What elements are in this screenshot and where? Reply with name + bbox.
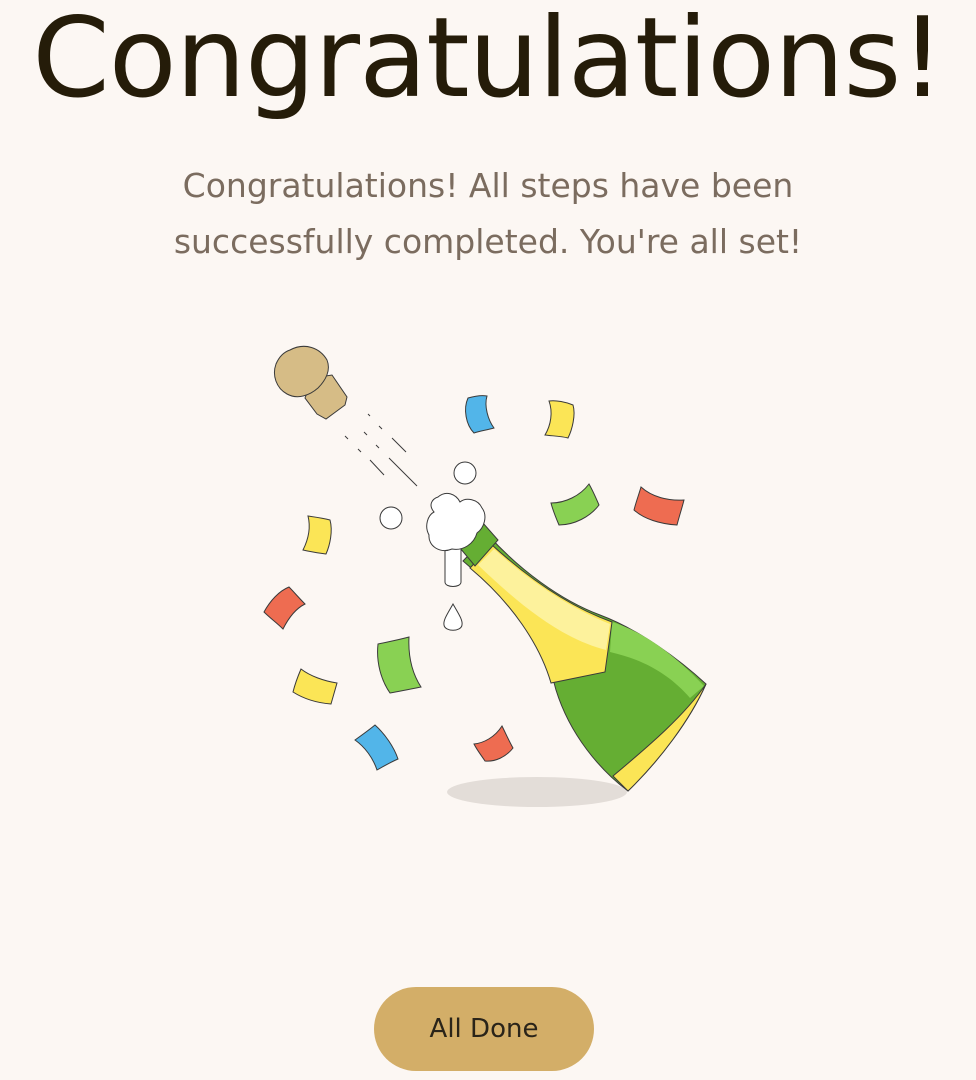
all-done-button[interactable]: All Done xyxy=(374,987,594,1071)
confetti-green-1 xyxy=(550,483,600,526)
confetti-blue-2 xyxy=(354,724,399,771)
completion-message: Congratulations! All steps have been suc… xyxy=(173,166,803,261)
confetti-blue-1 xyxy=(465,395,495,434)
bottle-shadow xyxy=(447,777,627,807)
confetti-red-2 xyxy=(263,586,306,630)
completion-screen: Congratulations! Congratulations! All st… xyxy=(0,0,976,1080)
confetti-yellow-3 xyxy=(292,668,338,705)
champagne-bottle-icon xyxy=(263,345,707,807)
confetti-green-2 xyxy=(377,636,422,694)
motion-lines xyxy=(344,413,418,487)
confetti-red-3 xyxy=(473,724,514,762)
confetti-yellow-2 xyxy=(302,515,332,555)
cork-icon xyxy=(273,345,348,420)
confetti-red-1 xyxy=(633,486,685,526)
page-title: Congratulations! xyxy=(32,0,945,123)
confetti-yellow-1 xyxy=(544,400,575,439)
